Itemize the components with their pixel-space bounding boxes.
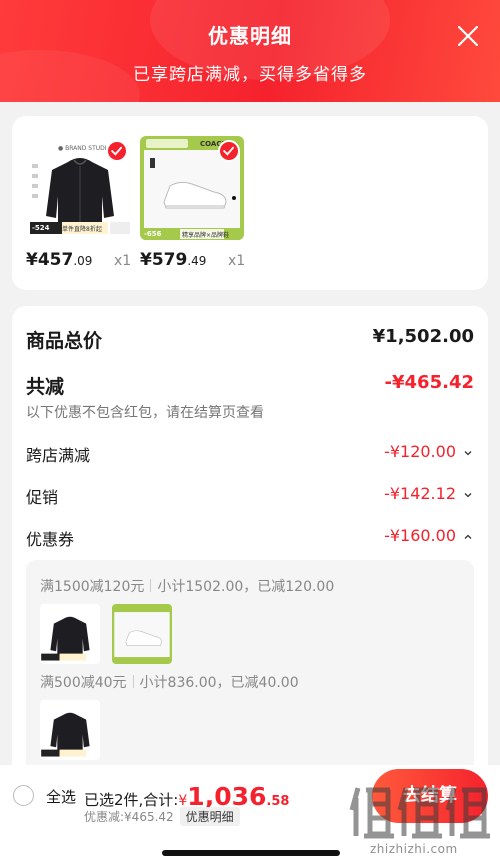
svg-text:● BRAND STUDIO: ● BRAND STUDIO: [58, 145, 112, 152]
product-quantity: x1: [228, 253, 246, 269]
product-quantity: x1: [114, 253, 132, 269]
close-icon[interactable]: [456, 24, 480, 48]
white-sneaker-thumbnail: [112, 604, 172, 664]
coupon-row[interactable]: 优惠券 -¥160.00: [26, 526, 474, 554]
header-banner: 优惠明细 已享跨店满减，买得多省得多: [0, 0, 500, 102]
checkmark-icon[interactable]: [106, 140, 128, 162]
select-all-label[interactable]: 全选: [46, 786, 76, 807]
discount-summary: 商品总价 ¥1,502.00 共减 -¥465.42 以下优惠不包含红包，请在结…: [12, 306, 488, 780]
product-item[interactable]: ● BRAND STUDIO -524 单件直降8折起: [28, 136, 138, 240]
checkmark-icon[interactable]: [218, 140, 240, 162]
black-jacket-thumbnail: [40, 700, 100, 760]
discount-badge: -656: [144, 230, 162, 238]
total-discount-label: 共减: [26, 376, 65, 398]
total-discount-row: 共减 -¥465.42: [26, 372, 474, 400]
promotion-value: -¥142.12: [384, 484, 456, 503]
product-card: ● BRAND STUDIO -524 单件直降8折起 ¥457.09 x1 C…: [12, 116, 488, 290]
page-title: 优惠明细: [208, 24, 292, 48]
discount-detail-link[interactable]: 优惠明细: [179, 807, 240, 826]
page-subtitle: 已享跨店满减，买得多省得多: [133, 65, 367, 85]
cross-store-discount-row[interactable]: 跨店满减 -¥120.00: [26, 442, 474, 470]
chevron-down-icon[interactable]: [462, 489, 474, 501]
black-jacket-thumbnail: [40, 604, 100, 664]
watermark-url: zhizhizhi.com: [370, 842, 458, 856]
white-sneaker-image: COACH -656 精享品牌×品牌鞋: [140, 136, 244, 240]
total-discount-value: -¥465.42: [384, 372, 474, 393]
promo-text: 单件直降8折起: [62, 226, 102, 233]
product-item[interactable]: COACH -656 精享品牌×品牌鞋: [140, 136, 250, 240]
select-all-radio[interactable]: [13, 785, 34, 806]
cross-store-discount-value: -¥120.00: [384, 442, 456, 461]
product-price: ¥457.09: [26, 250, 93, 270]
promotion-row[interactable]: 促销 -¥142.12: [26, 484, 474, 512]
coupon-detail-line: 满500减40元 小计836.00，已减40.00: [40, 675, 299, 691]
watermark-logo: [349, 787, 490, 839]
product-price: ¥579.49: [140, 250, 207, 270]
discount-summary-line: 优惠减:¥465.42 优惠明细: [84, 807, 240, 826]
promotion-label: 促销: [26, 488, 59, 507]
coupon-value: -¥160.00: [384, 526, 456, 545]
coupon-detail-line: 满1500减120元 小计1502.00，已减120.00: [40, 579, 335, 595]
discount-badge: -524: [32, 224, 50, 232]
total-price-label: 商品总价: [26, 330, 103, 352]
chevron-up-icon[interactable]: [462, 531, 474, 543]
home-indicator: [162, 850, 340, 856]
total-price-row: 商品总价 ¥1,502.00: [26, 326, 474, 354]
promo-text: 精享品牌×品牌鞋: [182, 232, 230, 239]
cross-store-discount-label: 跨店满减: [26, 446, 91, 465]
black-jacket-image: ● BRAND STUDIO -524 单件直降8折起: [28, 136, 132, 240]
discount-note: 以下优惠不包含红包，请在结算页查看: [26, 405, 264, 421]
coupon-label: 优惠券: [26, 530, 75, 549]
total-price-value: ¥1,502.00: [372, 326, 474, 347]
coupon-details-panel: 满1500减120元 小计1502.00，已减120.00 满500减40元 小计8…: [26, 560, 474, 780]
chevron-down-icon[interactable]: [462, 447, 474, 459]
